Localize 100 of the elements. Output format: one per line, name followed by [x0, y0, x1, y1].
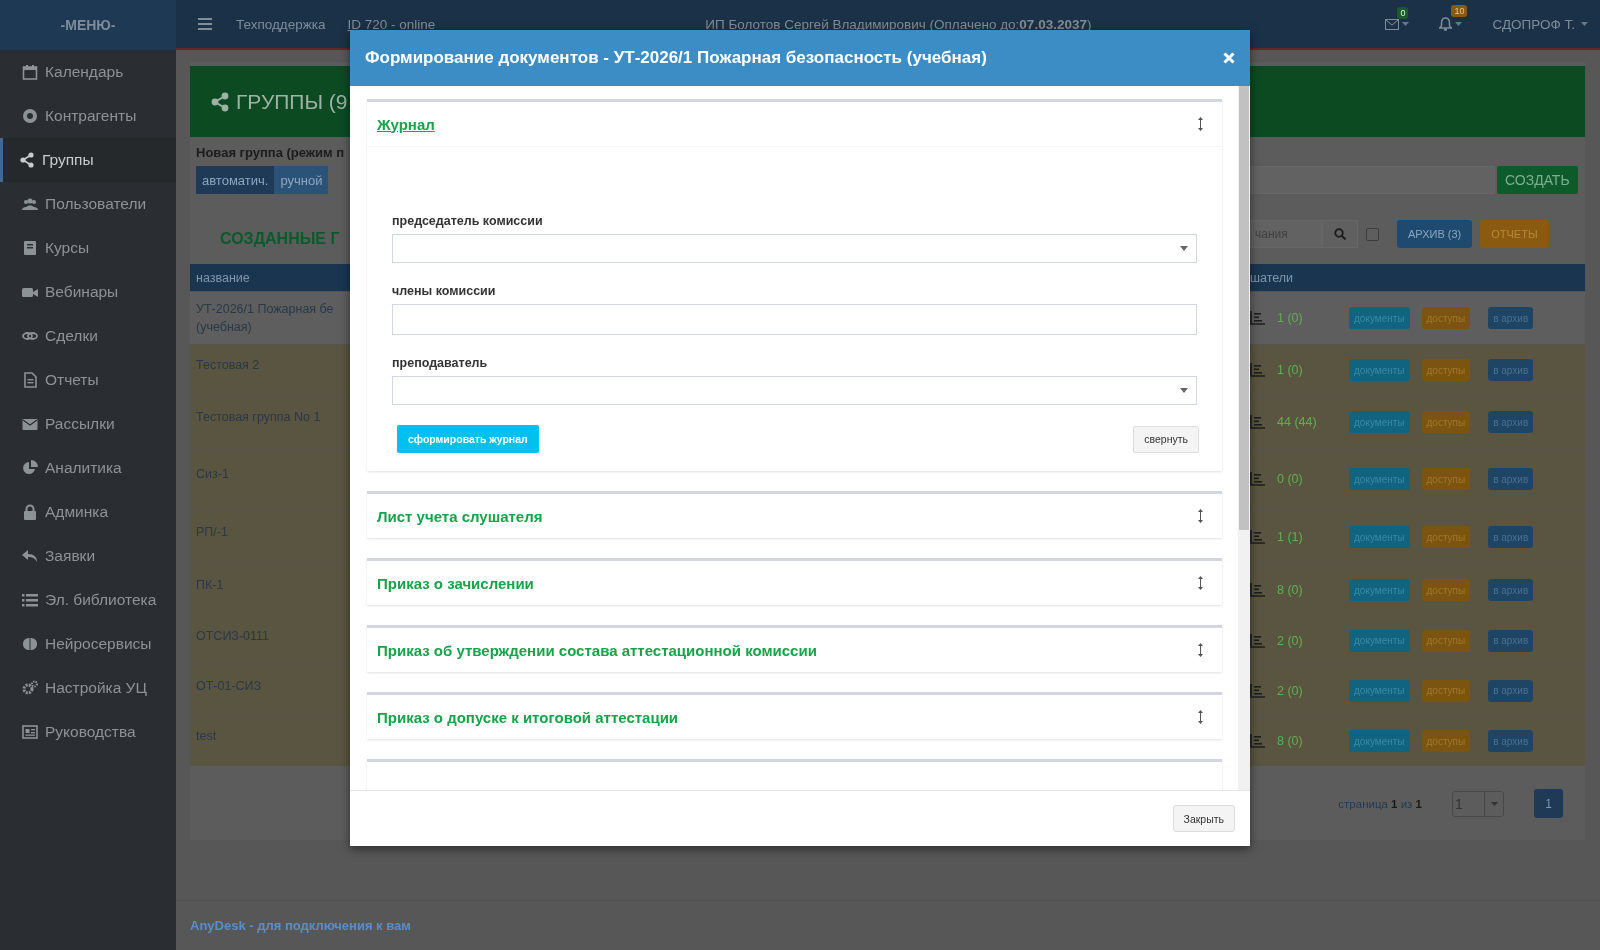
sidebar-item[interactable]: Вебинары	[0, 270, 176, 314]
sidebar-item[interactable]: Группы	[0, 138, 176, 182]
menu-title[interactable]: -МЕНЮ-	[0, 0, 176, 50]
caret-icon	[1581, 22, 1588, 26]
field-label: преподаватель	[392, 356, 489, 370]
sidebar-item[interactable]: Эл. библиотека	[0, 578, 176, 622]
pie-chart-icon	[22, 460, 38, 476]
bar-chart-icon[interactable]	[1250, 415, 1265, 429]
caret-icon	[1180, 388, 1188, 393]
generate-button[interactable]: сформировать журнал	[397, 425, 539, 453]
sidebar-item[interactable]: Руководства	[0, 710, 176, 754]
select-field[interactable]	[392, 234, 1197, 263]
sidebar-item[interactable]: Отчеты	[0, 358, 176, 402]
collapse-button[interactable]: свернуть	[1133, 425, 1199, 453]
sidebar-item[interactable]: Нейросервисы	[0, 622, 176, 666]
sidebar-item[interactable]: Заявки	[0, 534, 176, 578]
page-title: ГРУППЫ (9	[210, 89, 348, 114]
bell-icon[interactable]	[1439, 17, 1453, 31]
notification-count-badge: 10	[1451, 5, 1468, 17]
footer-note: AnyDesk - для подключения к вам	[190, 918, 411, 933]
page-button[interactable]: 1	[1534, 789, 1563, 818]
caret-icon	[1455, 22, 1463, 26]
vertical-arrows-icon[interactable]	[1197, 509, 1204, 523]
bar-chart-icon[interactable]	[1250, 734, 1265, 748]
page-info: страница 1 из 1	[1338, 797, 1422, 810]
lock-icon	[22, 504, 38, 520]
bar-chart-icon[interactable]	[1250, 363, 1265, 377]
caret-icon	[1490, 801, 1498, 806]
bar-chart-icon[interactable]	[1250, 633, 1265, 648]
sidebar-item[interactable]: Пользователи	[0, 182, 176, 226]
section-link[interactable]: Лист учета слушателя	[377, 507, 543, 525]
calendar-icon	[22, 64, 38, 80]
participant-count: 1 (0)	[1277, 311, 1304, 325]
caret-icon	[1180, 246, 1188, 251]
sidebar-item[interactable]: Аналитика	[0, 446, 176, 490]
field-label: председатель комиссии	[392, 214, 544, 228]
participant-count: 2 (0)	[1277, 683, 1304, 698]
participant-count: 8 (0)	[1277, 734, 1304, 748]
menu-icon[interactable]	[198, 18, 212, 30]
form-label: Новая группа (режим п	[195, 144, 346, 160]
envelope-icon[interactable]	[1385, 18, 1400, 30]
scrollbar-thumb[interactable]	[1239, 86, 1249, 530]
sidebar-item[interactable]: Рассылки	[0, 402, 176, 446]
bar-chart-icon[interactable]	[1250, 683, 1265, 698]
participant-count: 44 (44)	[1277, 415, 1318, 429]
close-icon[interactable]	[1223, 52, 1235, 64]
vertical-arrows-icon[interactable]	[1197, 117, 1204, 131]
participant-count: 1 (0)	[1277, 363, 1304, 377]
support-link[interactable]: Техподдержка	[236, 16, 326, 32]
column-header: шатели	[1250, 270, 1294, 285]
vertical-arrows-icon[interactable]	[1197, 643, 1204, 657]
section-link[interactable]: Приказ об утверждении состава аттестационной комиссии	[377, 641, 817, 659]
mail-count-badge: 0	[1397, 6, 1409, 19]
section-title: СОЗДАННЫЕ Г	[219, 229, 341, 248]
archive-button[interactable]: АРХИВ (3)	[1397, 220, 1473, 248]
share-icon	[19, 152, 35, 168]
envelope-icon	[22, 416, 38, 432]
users-icon	[22, 196, 38, 212]
sidebar-item[interactable]: Сделки	[0, 314, 176, 358]
search-icon	[1334, 228, 1346, 240]
section-link[interactable]: Журнал	[377, 115, 435, 133]
round-badge-icon	[22, 108, 38, 124]
sidebar-item[interactable]: Настройка УЦ	[0, 666, 176, 710]
share-icon	[210, 91, 230, 112]
sidebar-item[interactable]: Курсы	[0, 226, 176, 270]
sidebar-item[interactable]: Контрагенты	[0, 94, 176, 138]
field-label: члены комиссии	[392, 284, 497, 298]
caret-icon	[1402, 22, 1410, 26]
section-link[interactable]: Приказ о зачислении	[377, 574, 534, 592]
session-status: ID 720 - online	[347, 16, 436, 32]
input-field[interactable]	[392, 304, 1197, 335]
participant-count: 8 (0)	[1277, 583, 1304, 597]
participant-count: 0 (0)	[1277, 472, 1304, 486]
user-menu[interactable]: СДОПРОФ Т.	[1492, 16, 1588, 32]
bar-chart-icon[interactable]	[1250, 311, 1265, 325]
bar-chart-icon[interactable]	[1250, 472, 1265, 486]
mode-button[interactable]: автоматич.	[196, 166, 275, 194]
scrollbar[interactable]	[1238, 86, 1250, 790]
close-button[interactable]: Закрыть	[1172, 805, 1235, 832]
file-icon	[22, 372, 38, 388]
list-icon	[22, 592, 38, 608]
search-button[interactable]	[1322, 220, 1358, 248]
reply-arrow-icon	[22, 548, 38, 564]
checkbox[interactable]	[1366, 227, 1379, 241]
create-button[interactable]: СОЗДАТЬ	[1497, 166, 1578, 194]
section-link[interactable]: Приказ о допуске к итоговой аттестации	[377, 708, 679, 726]
book-icon	[22, 240, 38, 256]
bar-chart-icon[interactable]	[1250, 530, 1265, 544]
modal-title: Формирование документов - УТ-2026/1 Пожарная безопасность (учебная)	[365, 48, 988, 68]
select-field[interactable]	[392, 376, 1197, 405]
bar-chart-icon[interactable]	[1250, 583, 1265, 597]
vertical-arrows-icon[interactable]	[1197, 576, 1204, 590]
group-name-field[interactable]	[1250, 166, 1495, 194]
vertical-arrows-icon[interactable]	[1197, 710, 1204, 724]
column-header: название	[195, 270, 250, 285]
sidebar-item[interactable]: Календарь	[0, 50, 176, 94]
sidebar-item[interactable]: Админка	[0, 490, 176, 534]
newspaper-icon	[22, 724, 38, 740]
mode-button[interactable]: ручной	[274, 166, 329, 194]
participant-count: 2 (0)	[1277, 633, 1304, 648]
